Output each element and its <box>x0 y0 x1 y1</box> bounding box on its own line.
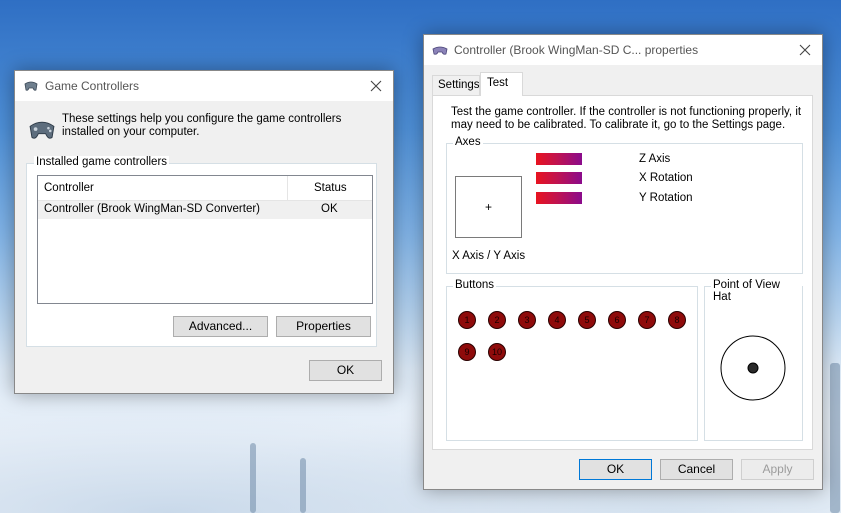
column-header-controller[interactable]: Controller <box>44 182 94 194</box>
controller-status-cell: OK <box>321 203 338 215</box>
controller-name-cell: Controller (Brook WingMan-SD Converter) <box>44 203 261 215</box>
pov-hat-label: Point of View Hat <box>711 279 802 303</box>
joystick-button-3: 3 <box>518 311 536 329</box>
y-rotation-label: Y Rotation <box>639 192 693 204</box>
axes-group: Axes + X Axis / Y Axis Z Axis X Rotation… <box>446 136 803 274</box>
window-title: Controller (Brook WingMan-SD C... proper… <box>454 43 699 57</box>
game-controllers-window: Game Controllers These settings help you… <box>14 70 394 394</box>
table-row[interactable]: Controller (Brook WingMan-SD Converter) … <box>38 201 372 219</box>
joystick-button-4: 4 <box>548 311 566 329</box>
y-rotation-bar <box>536 192 582 204</box>
test-tab-panel: Test the game controller. If the control… <box>432 95 813 450</box>
joystick-button-9: 9 <box>458 343 476 361</box>
x-rotation-bar <box>536 172 582 184</box>
joystick-button-10: 10 <box>488 343 506 361</box>
joystick-button-5: 5 <box>578 311 596 329</box>
tab-settings-label: Settings <box>438 79 480 91</box>
joystick-button-2: 2 <box>488 311 506 329</box>
tab-test[interactable]: Test <box>480 72 523 96</box>
properties-button[interactable]: Properties <box>276 316 371 337</box>
ok-button[interactable]: OK <box>579 459 652 480</box>
gamepad-large-icon <box>29 121 55 139</box>
joystick-button-1: 1 <box>458 311 476 329</box>
gamepad-icon <box>432 46 448 55</box>
joystick-button-6: 6 <box>608 311 626 329</box>
tab-settings[interactable]: Settings <box>432 75 480 95</box>
gamepad-icon <box>24 81 38 91</box>
xy-axis-box: + <box>455 176 522 238</box>
controllers-list[interactable]: Controller Status Controller (Brook Wing… <box>37 175 373 304</box>
controller-properties-window: Controller (Brook WingMan-SD C... proper… <box>423 34 823 490</box>
cancel-button[interactable]: Cancel <box>660 459 733 480</box>
installed-controllers-label: Installed game controllers <box>34 156 170 168</box>
description-text: These settings help you configure the ga… <box>62 113 342 138</box>
joystick-button-7: 7 <box>638 311 656 329</box>
pov-hat-group: Point of View Hat <box>704 279 803 441</box>
title-bar[interactable]: Controller (Brook WingMan-SD C... proper… <box>424 35 822 65</box>
buttons-group: Buttons 1 2 3 4 5 6 7 8 9 10 <box>446 279 698 441</box>
x-rotation-label: X Rotation <box>639 172 693 184</box>
z-axis-bar <box>536 153 582 165</box>
close-icon[interactable] <box>365 75 387 97</box>
desktop-tree-decoration <box>250 443 256 513</box>
xy-axis-label: X Axis / Y Axis <box>452 250 526 262</box>
advanced-button[interactable]: Advanced... <box>173 316 268 337</box>
column-header-status[interactable]: Status <box>314 182 347 194</box>
window-title: Game Controllers <box>45 79 140 93</box>
z-axis-label: Z Axis <box>639 153 671 165</box>
title-bar[interactable]: Game Controllers <box>15 71 393 101</box>
installed-controllers-panel: Installed game controllers Controller St… <box>26 156 377 347</box>
axes-label: Axes <box>453 136 483 148</box>
apply-button[interactable]: Apply <box>741 459 814 480</box>
crosshair-icon: + <box>485 200 493 214</box>
close-icon[interactable] <box>794 39 816 61</box>
joystick-button-8: 8 <box>668 311 686 329</box>
buttons-label: Buttons <box>453 279 496 291</box>
desktop-tree-decoration <box>300 458 306 513</box>
ok-button[interactable]: OK <box>309 360 382 381</box>
list-header: Controller Status <box>38 176 372 201</box>
desktop-tree-decoration <box>830 363 840 513</box>
tab-test-label: Test <box>487 77 509 89</box>
pov-hat-indicator <box>720 335 786 401</box>
column-divider <box>287 176 288 200</box>
intro-text: Test the game controller. If the control… <box>451 106 802 131</box>
